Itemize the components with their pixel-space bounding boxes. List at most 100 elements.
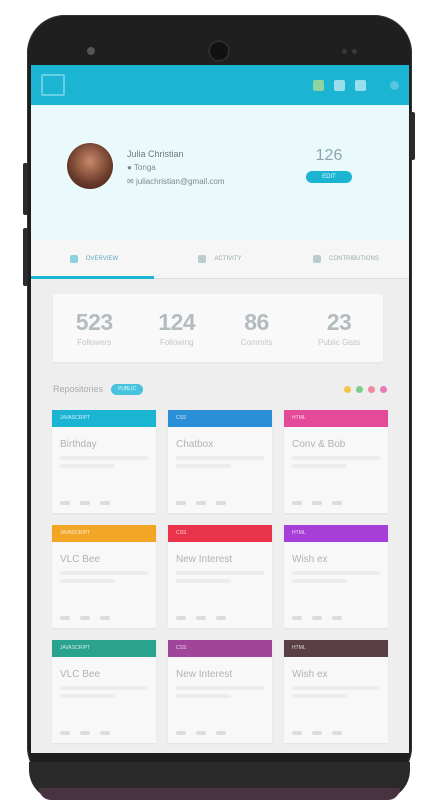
watch-icon [332, 731, 342, 735]
repository-tag: JAVASCRIPT [52, 410, 156, 427]
stat-label: Followers [77, 338, 112, 347]
repositories-header: Repositories PUBLIC [53, 380, 387, 398]
tab-activity-label: ACTIVITY [214, 256, 242, 262]
watch-icon [100, 731, 110, 735]
sensor-dot [342, 49, 347, 54]
repository-title: New Interest [176, 669, 233, 680]
notification-icon[interactable] [334, 79, 345, 91]
repository-card[interactable]: JAVASCRIPT Birthday [52, 410, 156, 513]
star-icon [60, 731, 70, 735]
filter-dot[interactable] [344, 385, 351, 393]
repository-card[interactable]: HTML Conv & Bob [284, 410, 388, 513]
stat-label: Following [159, 338, 194, 347]
fork-icon [312, 501, 322, 505]
stat-commits[interactable]: 86 Commits [241, 309, 273, 347]
sensor-dot [352, 49, 357, 54]
mail-icon[interactable] [313, 79, 324, 91]
app-bar [31, 65, 409, 105]
profile-name: Julia Christian [127, 149, 184, 159]
description-line [60, 579, 115, 583]
description-line [176, 571, 264, 575]
repository-title: Wish ex [292, 554, 328, 565]
menu-icon[interactable] [41, 74, 65, 96]
phone-bottom-bezel [29, 762, 410, 800]
repository-card[interactable]: JAVASCRIPT VLC Bee [52, 640, 156, 743]
repository-meta [176, 731, 226, 735]
active-tab-indicator [31, 276, 154, 279]
stat-value: 86 [244, 309, 269, 335]
stat-value: 23 [326, 309, 352, 335]
volume-button [23, 163, 28, 215]
overview-icon [69, 255, 78, 263]
filter-dot[interactable] [356, 385, 363, 393]
fork-icon [80, 616, 90, 620]
repository-meta [292, 616, 342, 620]
description-line [60, 464, 115, 468]
tab-contributions[interactable]: CONTRIBUTIONS [283, 240, 409, 278]
repository-card[interactable]: CSS New Interest [168, 640, 272, 743]
repository-meta [60, 501, 110, 505]
stat-followers[interactable]: 523 Followers [76, 309, 113, 347]
repository-title: Conv & Bob [292, 439, 346, 450]
stat-following[interactable]: 124 Following [158, 309, 195, 347]
repository-card[interactable]: HTML Wish ex [284, 525, 388, 628]
repository-title: Chatbox [176, 439, 214, 450]
stats-card: 523 Followers 124 Following 86 Commits 2… [53, 294, 383, 362]
color-filter-dots [344, 385, 387, 393]
repository-meta [176, 501, 226, 505]
watch-icon [100, 501, 110, 505]
settings-icon[interactable] [355, 79, 366, 91]
stat-label: Public Gists [317, 338, 361, 347]
tab-activity[interactable]: ACTIVITY [157, 240, 283, 278]
repository-card[interactable]: HTML Wish ex [284, 640, 388, 743]
star-icon [60, 501, 70, 505]
description-line [176, 456, 264, 460]
more-icon[interactable] [390, 80, 399, 90]
description-line [60, 686, 148, 690]
filter-dot[interactable] [380, 385, 387, 393]
repository-title: Wish ex [292, 669, 328, 680]
profile-location: ● Tonga [127, 163, 156, 172]
contributions-icon [313, 255, 322, 263]
profile-header: Julia Christian ● Tonga ✉ juliachristian… [31, 105, 409, 240]
repository-tag: CSS [168, 410, 272, 427]
profile-count-block: 126 EDIT [301, 147, 357, 183]
fork-icon [196, 501, 206, 505]
repository-meta [176, 616, 226, 620]
repository-tag: HTML [284, 640, 388, 657]
fork-icon [312, 616, 322, 620]
filter-dot[interactable] [368, 385, 375, 393]
repository-title: VLC Bee [60, 554, 101, 565]
profile-email: ✉ juliachristian@gmail.com [127, 177, 225, 186]
description-line [176, 694, 231, 698]
profile-email-text: juliachristian@gmail.com [135, 177, 225, 186]
description-line [176, 686, 264, 690]
repository-card[interactable]: CSS New Interest [168, 525, 272, 628]
star-icon [292, 501, 302, 505]
watch-icon [332, 501, 342, 505]
repository-title: Birthday [60, 439, 97, 450]
earpiece-speaker [210, 42, 228, 60]
tab-overview[interactable]: OVERVIEW [31, 240, 157, 278]
fork-icon [196, 616, 206, 620]
description-line [292, 464, 347, 468]
repository-card[interactable]: JAVASCRIPT VLC Bee [52, 525, 156, 628]
edit-profile-button[interactable]: EDIT [306, 171, 352, 183]
star-icon [176, 501, 186, 505]
repository-tag: JAVASCRIPT [52, 640, 156, 657]
stat-value: 124 [158, 309, 196, 335]
description-line [60, 694, 115, 698]
fork-icon [80, 501, 90, 505]
repositories-title: Repositories [53, 384, 104, 394]
profile-count: 126 [315, 147, 343, 164]
repository-card[interactable]: CSS Chatbox [168, 410, 272, 513]
description-line [176, 579, 231, 583]
repository-grid: JAVASCRIPT Birthday CSS Chatbox HTML Conv & B… [52, 410, 409, 743]
repository-tag: HTML [284, 525, 388, 542]
fork-icon [196, 731, 206, 735]
repositories-badge[interactable]: PUBLIC [111, 383, 144, 395]
avatar[interactable] [67, 143, 113, 189]
description-line [60, 456, 148, 460]
watch-icon [216, 501, 226, 505]
stat-public-gists[interactable]: 23 Public Gists [318, 309, 360, 347]
